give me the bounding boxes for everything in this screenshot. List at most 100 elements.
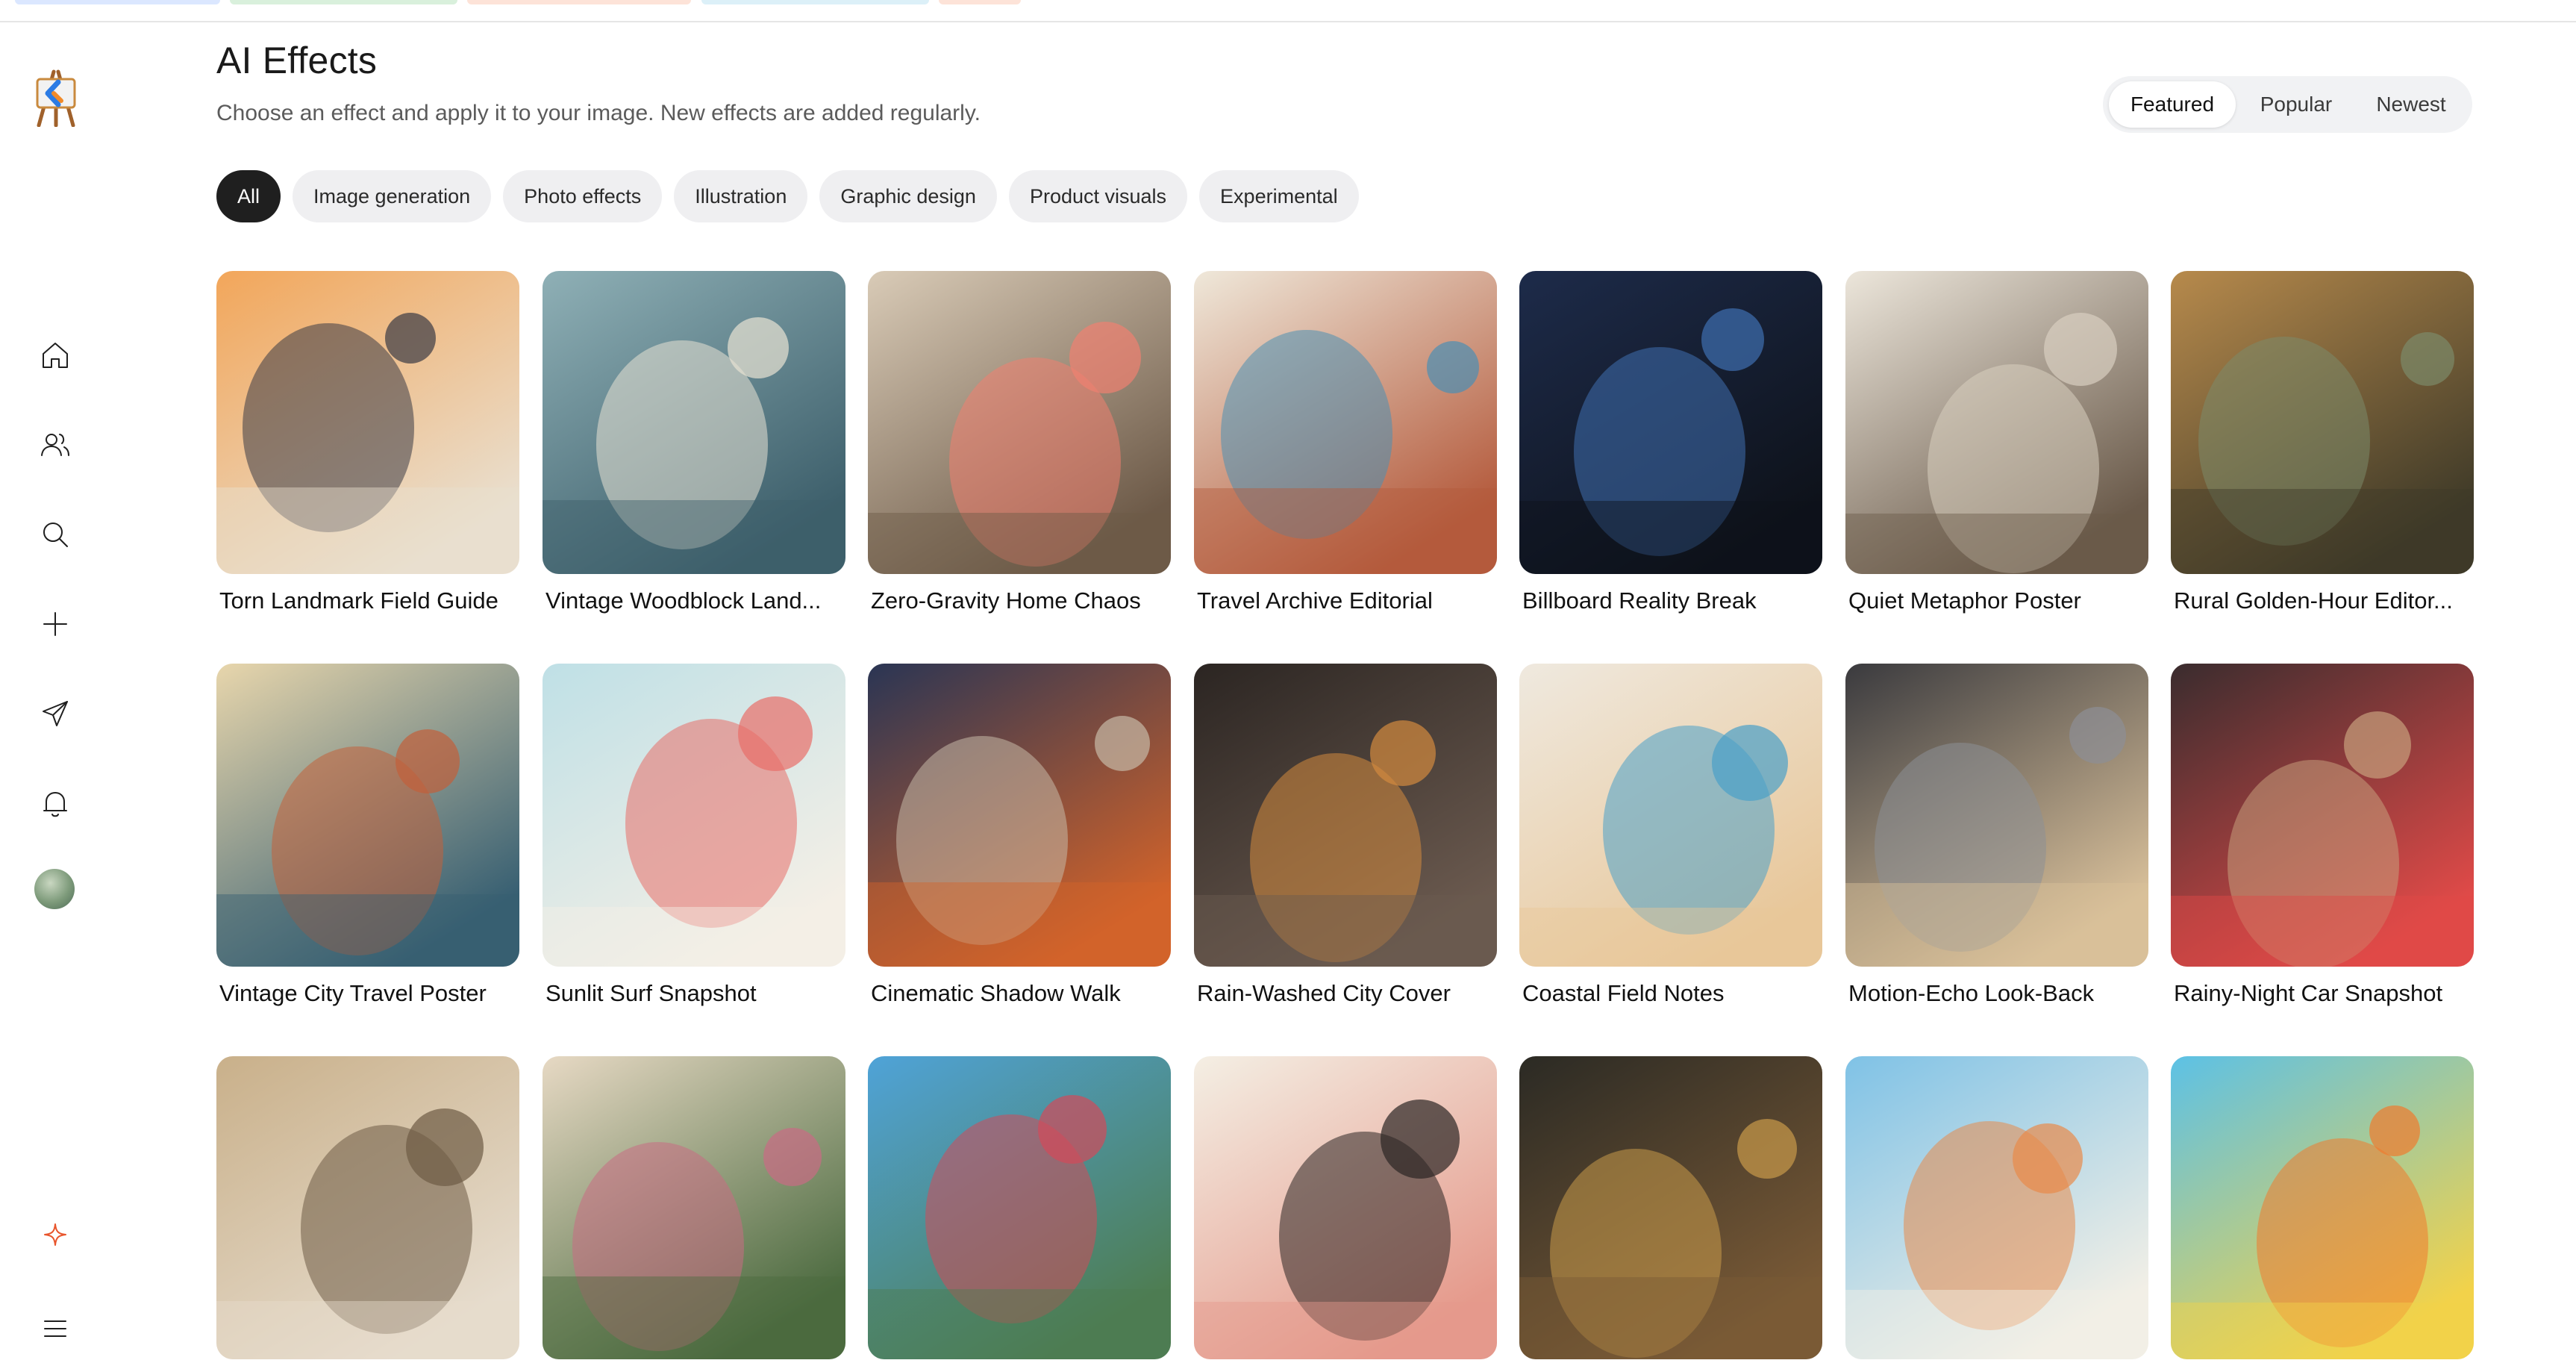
bell-icon: [43, 792, 67, 817]
thumbnail-image: [1194, 1056, 1497, 1359]
effect-thumbnail[interactable]: [1194, 271, 1497, 574]
effect-card[interactable]: Quiet Metaphor Poster: [1845, 271, 2148, 614]
effect-thumbnail[interactable]: [868, 271, 1171, 574]
thumbnail-image: [1845, 664, 2148, 967]
effect-thumbnail[interactable]: [2171, 271, 2474, 574]
effect-thumbnail[interactable]: [216, 271, 519, 574]
effect-card[interactable]: Coastal Field Notes: [1519, 664, 1822, 1007]
thumbnail-image: [1194, 664, 1497, 967]
sort-newest[interactable]: Newest: [2355, 81, 2467, 128]
effect-title: Sunlit Surf Snapshot: [545, 980, 757, 1006]
thumbnail-image: [868, 1056, 1171, 1359]
effect-title: Travel Archive Editorial: [1197, 587, 1433, 614]
chip-illustration[interactable]: Illustration: [674, 170, 808, 222]
avatar[interactable]: [34, 869, 75, 909]
menu-icon: [44, 1320, 66, 1337]
sort-popular[interactable]: Popular: [2240, 81, 2352, 128]
effect-thumbnail[interactable]: [868, 1056, 1171, 1359]
effect-thumbnail[interactable]: [2171, 1056, 2474, 1359]
app-logo[interactable]: [31, 67, 81, 128]
effect-card[interactable]: Zero-Gravity Home Chaos: [868, 271, 1171, 614]
effect-thumbnail[interactable]: [543, 271, 845, 574]
effect-thumbnail[interactable]: [868, 664, 1171, 967]
thumbnail-image: [1519, 664, 1822, 967]
thumbnail-image: [1519, 271, 1822, 574]
thumbnail-image: [868, 664, 1171, 967]
tab-pill[interactable]: [701, 0, 929, 4]
effect-card[interactable]: [543, 1056, 845, 1359]
chip-photo-effects[interactable]: Photo effects: [503, 170, 663, 222]
tab-pill[interactable]: [15, 0, 220, 4]
tab-pill[interactable]: [939, 0, 1021, 4]
effect-card[interactable]: [868, 1056, 1171, 1359]
thumbnail-image: [1519, 1056, 1822, 1359]
thumbnail-image: [1194, 271, 1497, 574]
effect-thumbnail[interactable]: [1845, 1056, 2148, 1359]
effect-card[interactable]: Vintage Woodblock Land...: [543, 271, 845, 614]
effect-card[interactable]: Rainy-Night Car Snapshot: [2171, 664, 2474, 1007]
effect-card[interactable]: Sunlit Surf Snapshot: [543, 664, 845, 1007]
effect-thumbnail[interactable]: [543, 1056, 845, 1359]
nav-notifications[interactable]: [30, 778, 81, 829]
thumbnail-image: [868, 271, 1171, 574]
effect-card[interactable]: Rural Golden-Hour Editor...: [2171, 271, 2474, 614]
effect-card[interactable]: Torn Landmark Field Guide: [216, 271, 519, 614]
effect-title: Rainy-Night Car Snapshot: [2174, 980, 2443, 1006]
chip-image-generation[interactable]: Image generation: [293, 170, 492, 222]
search-icon: [43, 523, 68, 547]
effect-thumbnail[interactable]: [1519, 664, 1822, 967]
effect-title: Rain-Washed City Cover: [1197, 980, 1451, 1006]
effect-thumbnail[interactable]: [1519, 271, 1822, 574]
thumbnail-image: [216, 1056, 519, 1359]
chip-all[interactable]: All: [216, 170, 281, 222]
sort-featured[interactable]: Featured: [2109, 81, 2236, 128]
effect-card[interactable]: Rain-Washed City Cover: [1194, 664, 1497, 1007]
nav-people[interactable]: [30, 420, 81, 470]
effect-title: Quiet Metaphor Poster: [1848, 587, 2081, 614]
nav-ai-effects[interactable]: [30, 1209, 81, 1260]
effect-thumbnail[interactable]: [1845, 664, 2148, 967]
page-title: AI Effects: [216, 40, 378, 81]
effect-title: Zero-Gravity Home Chaos: [871, 587, 1141, 614]
effect-title: Billboard Reality Break: [1522, 587, 1757, 614]
effect-title: Motion-Echo Look-Back: [1848, 980, 2095, 1006]
effect-card[interactable]: Travel Archive Editorial: [1194, 271, 1497, 614]
tab-pill[interactable]: [230, 0, 457, 4]
send-icon: [43, 701, 68, 726]
chip-experimental[interactable]: Experimental: [1199, 170, 1359, 222]
sparkle-icon: [44, 1223, 66, 1246]
chip-graphic-design[interactable]: Graphic design: [819, 170, 997, 222]
nav-search[interactable]: [30, 509, 81, 560]
effect-title: Cinematic Shadow Walk: [871, 980, 1121, 1006]
effect-thumbnail[interactable]: [1845, 271, 2148, 574]
effect-thumbnail[interactable]: [216, 1056, 519, 1359]
effect-title: Torn Landmark Field Guide: [219, 587, 498, 614]
effect-thumbnail[interactable]: [2171, 664, 2474, 967]
effect-thumbnail[interactable]: [1194, 1056, 1497, 1359]
sort-toggle-group: Featured Popular Newest: [2103, 76, 2472, 133]
plus-icon: [43, 612, 67, 636]
tab-pill[interactable]: [467, 0, 691, 4]
effect-thumbnail[interactable]: [1194, 664, 1497, 967]
effect-card[interactable]: [1519, 1056, 1822, 1359]
effect-thumbnail[interactable]: [216, 664, 519, 967]
chip-product-visuals[interactable]: Product visuals: [1008, 170, 1188, 222]
effect-card[interactable]: Billboard Reality Break: [1519, 271, 1822, 614]
effect-card[interactable]: [2171, 1056, 2474, 1359]
effect-title: Coastal Field Notes: [1522, 980, 1725, 1006]
effect-card[interactable]: Cinematic Shadow Walk: [868, 664, 1171, 1007]
effect-title: Rural Golden-Hour Editor...: [2174, 587, 2453, 614]
sidebar: [0, 22, 112, 1366]
nav-send[interactable]: [30, 688, 81, 739]
effect-card[interactable]: [1194, 1056, 1497, 1359]
nav-create[interactable]: [30, 599, 81, 649]
thumbnail-image: [543, 1056, 845, 1359]
effect-card[interactable]: Vintage City Travel Poster: [216, 664, 519, 1007]
effect-thumbnail[interactable]: [543, 664, 845, 967]
effect-thumbnail[interactable]: [1519, 1056, 1822, 1359]
nav-home[interactable]: [30, 330, 81, 381]
effect-card[interactable]: [216, 1056, 519, 1359]
nav-menu[interactable]: [30, 1303, 81, 1354]
effect-card[interactable]: Motion-Echo Look-Back: [1845, 664, 2148, 1007]
effect-card[interactable]: [1845, 1056, 2148, 1359]
